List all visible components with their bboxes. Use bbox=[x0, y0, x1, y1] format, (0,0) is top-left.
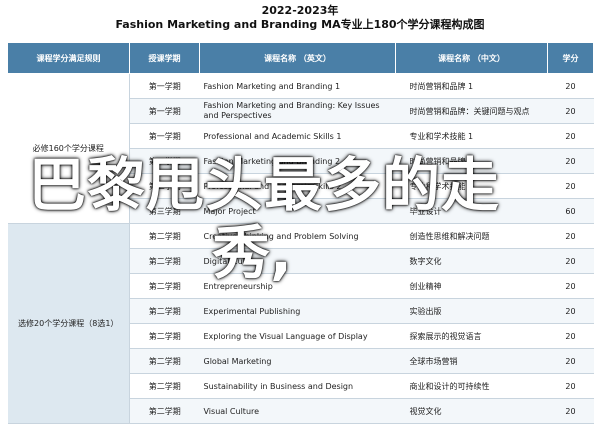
row-name-cn: 创业精神 bbox=[395, 273, 548, 299]
row-semester: 第二学期 bbox=[129, 298, 200, 324]
row-semester: 第二学期 bbox=[129, 398, 200, 424]
row-credits: 20 bbox=[547, 98, 594, 124]
row-credits: 20 bbox=[547, 298, 594, 324]
row-name-en: Sustainability in Business and Design bbox=[199, 373, 396, 399]
row-name-cn: 时尚营销和品牌 2 bbox=[395, 148, 548, 174]
row-credits: 20 bbox=[547, 248, 594, 274]
table-row: 选修20个学分课程（8选1） 第二学期 Creative Thinking an… bbox=[7, 223, 594, 424]
title-program: Fashion Marketing and Branding MA专业上180个… bbox=[115, 18, 485, 31]
row-credits: 20 bbox=[547, 223, 594, 249]
row-semester: 第一学期 bbox=[129, 73, 200, 99]
row-name-cn: 全球市场营销 bbox=[395, 348, 548, 374]
row-name-cn: 时尚营销和品牌：关键问题与观点 bbox=[395, 98, 548, 124]
header-name-cn: 课程名称 （中文） bbox=[395, 42, 548, 74]
row-name-cn: 时尚营销和品牌 1 bbox=[395, 73, 548, 99]
row-name-cn: 专业和学术技能 2 bbox=[395, 173, 548, 199]
row-name-en: Global Marketing bbox=[199, 348, 396, 374]
row-semester: 第一学期 bbox=[129, 98, 200, 124]
row-name-en: Exploring the Visual Language of Display bbox=[199, 323, 396, 349]
row-name-cn: 视觉文化 bbox=[395, 398, 548, 424]
row-semester: 第二学期 bbox=[129, 373, 200, 399]
header-name-en: 课程名称 （英文） bbox=[199, 42, 396, 74]
row-name-en: Professional and Academic Skills 1 bbox=[199, 123, 396, 149]
group-elective: 选修20个学分课程（8选1） bbox=[7, 223, 130, 424]
row-name-en: Professional and Academic Skills 2 bbox=[199, 173, 396, 199]
row-name-en: Major Project bbox=[199, 198, 396, 224]
row-credits: 60 bbox=[547, 198, 594, 224]
row-credits: 20 bbox=[547, 323, 594, 349]
row-credits: 20 bbox=[547, 273, 594, 299]
row-semester: 第二学期 bbox=[129, 173, 200, 199]
row-semester: 第二学期 bbox=[129, 273, 200, 299]
row-semester: 第二学期 bbox=[129, 223, 200, 249]
row-name-en: Creative Thinking and Problem Solving bbox=[199, 223, 396, 249]
row-credits: 20 bbox=[547, 173, 594, 199]
row-name-en: Entrepreneurship bbox=[199, 273, 396, 299]
row-semester: 第二学期 bbox=[129, 323, 200, 349]
row-semester: 第三学期 bbox=[129, 198, 200, 224]
row-name-cn: 专业和学术技能 1 bbox=[395, 123, 548, 149]
row-semester: 第一学期 bbox=[129, 123, 200, 149]
row-name-cn: 创造性思维和解决问题 bbox=[395, 223, 548, 249]
row-credits: 20 bbox=[547, 398, 594, 424]
table-header-row: 课程学分满足规则 授课学期 课程名称 （英文） 课程名称 （中文） 学分 bbox=[7, 42, 594, 74]
row-name-en: Visual Culture bbox=[199, 398, 396, 424]
row-semester: 第二学期 bbox=[129, 348, 200, 374]
row-credits: 20 bbox=[547, 148, 594, 174]
row-semester: 第二学期 bbox=[129, 148, 200, 174]
row-name-cn: 商业和设计的可持续性 bbox=[395, 373, 548, 399]
row-credits: 20 bbox=[547, 373, 594, 399]
row-name-cn: 毕业设计 bbox=[395, 198, 548, 224]
row-name-en: Fashion Marketing and Branding 2 bbox=[199, 148, 396, 174]
row-credits: 20 bbox=[547, 123, 594, 149]
table-row: 必修160个学分课程 第一学期 Fashion Marketing and Br… bbox=[7, 73, 594, 224]
row-credits: 20 bbox=[547, 348, 594, 374]
document-title: 2022-2023年 Fashion Marketing and Brandin… bbox=[0, 0, 600, 38]
row-name-en: Digital Culture bbox=[199, 248, 396, 274]
group-required: 必修160个学分课程 bbox=[7, 73, 130, 224]
row-name-en: Fashion Marketing and Branding: Key Issu… bbox=[199, 98, 396, 124]
row-credits: 20 bbox=[547, 73, 594, 99]
title-year: 2022-2023年 bbox=[261, 4, 339, 17]
row-name-cn: 探索展示的视觉语言 bbox=[395, 323, 548, 349]
row-semester: 第二学期 bbox=[129, 248, 200, 274]
row-name-cn: 实验出版 bbox=[395, 298, 548, 324]
header-credits: 学分 bbox=[547, 42, 594, 74]
header-group: 课程学分满足规则 bbox=[7, 42, 130, 74]
curriculum-table: 课程学分满足规则 授课学期 课程名称 （英文） 课程名称 （中文） 学分 必修1… bbox=[7, 42, 594, 424]
row-name-en: Experimental Publishing bbox=[199, 298, 396, 324]
row-name-en: Fashion Marketing and Branding 1 bbox=[199, 73, 396, 99]
header-semester: 授课学期 bbox=[129, 42, 200, 74]
row-name-cn: 数字文化 bbox=[395, 248, 548, 274]
